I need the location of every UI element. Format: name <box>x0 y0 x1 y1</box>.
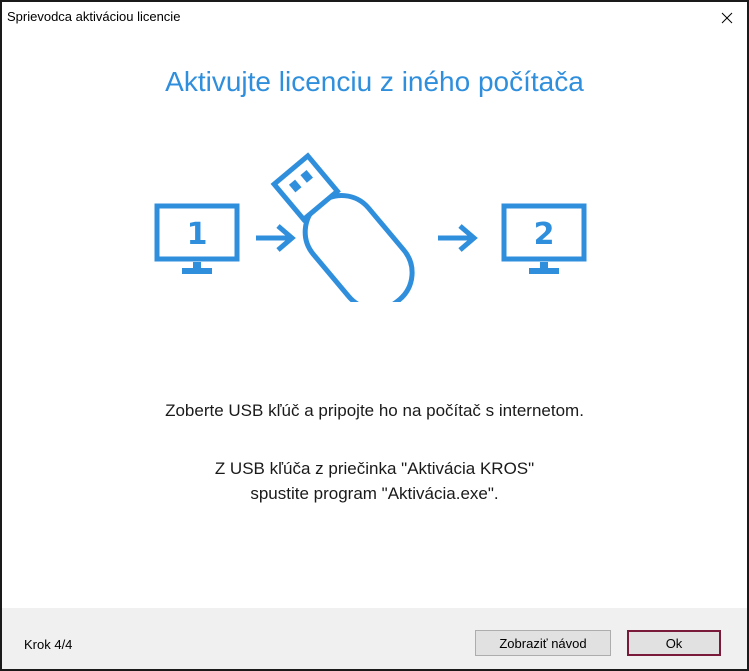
close-icon <box>721 12 733 24</box>
wizard-footer: Krok 4/4 Zobraziť návod Ok <box>2 608 747 669</box>
show-guide-button[interactable]: Zobraziť návod <box>475 630 611 656</box>
close-button[interactable] <box>707 2 747 34</box>
arrow-right-icon <box>438 224 478 252</box>
monitor-icon: 2 <box>501 203 587 274</box>
title-bar: Sprievodca aktiváciou licencie <box>2 2 747 34</box>
instruction-run-line-2: spustite program "Aktivácia.exe". <box>250 484 499 503</box>
computer-1-label: 1 <box>187 217 208 252</box>
ok-button[interactable]: Ok <box>627 630 721 656</box>
usb-drive-icon <box>270 152 415 302</box>
instruction-run-line-1: Z USB kľúča z priečinka "Aktivácia KROS" <box>214 459 535 478</box>
window-title: Sprievodca aktiváciou licencie <box>7 9 181 24</box>
instruction-run-program: Z USB kľúča z priečinka "Aktivácia KROS"… <box>2 456 747 506</box>
arrow-right-icon <box>256 224 296 252</box>
step-indicator: Krok 4/4 <box>24 637 73 652</box>
activation-illustration: 1 2 <box>154 152 587 302</box>
activation-wizard-window: Sprievodca aktiváciou licencie Aktivujte… <box>0 0 749 671</box>
monitor-icon: 1 <box>154 203 240 274</box>
computer-2-label: 2 <box>534 217 555 252</box>
instruction-connect-usb: Zoberte USB kľúč a pripojte ho na počíta… <box>165 401 584 420</box>
page-heading: Aktivujte licenciu z iného počítača <box>165 66 584 97</box>
